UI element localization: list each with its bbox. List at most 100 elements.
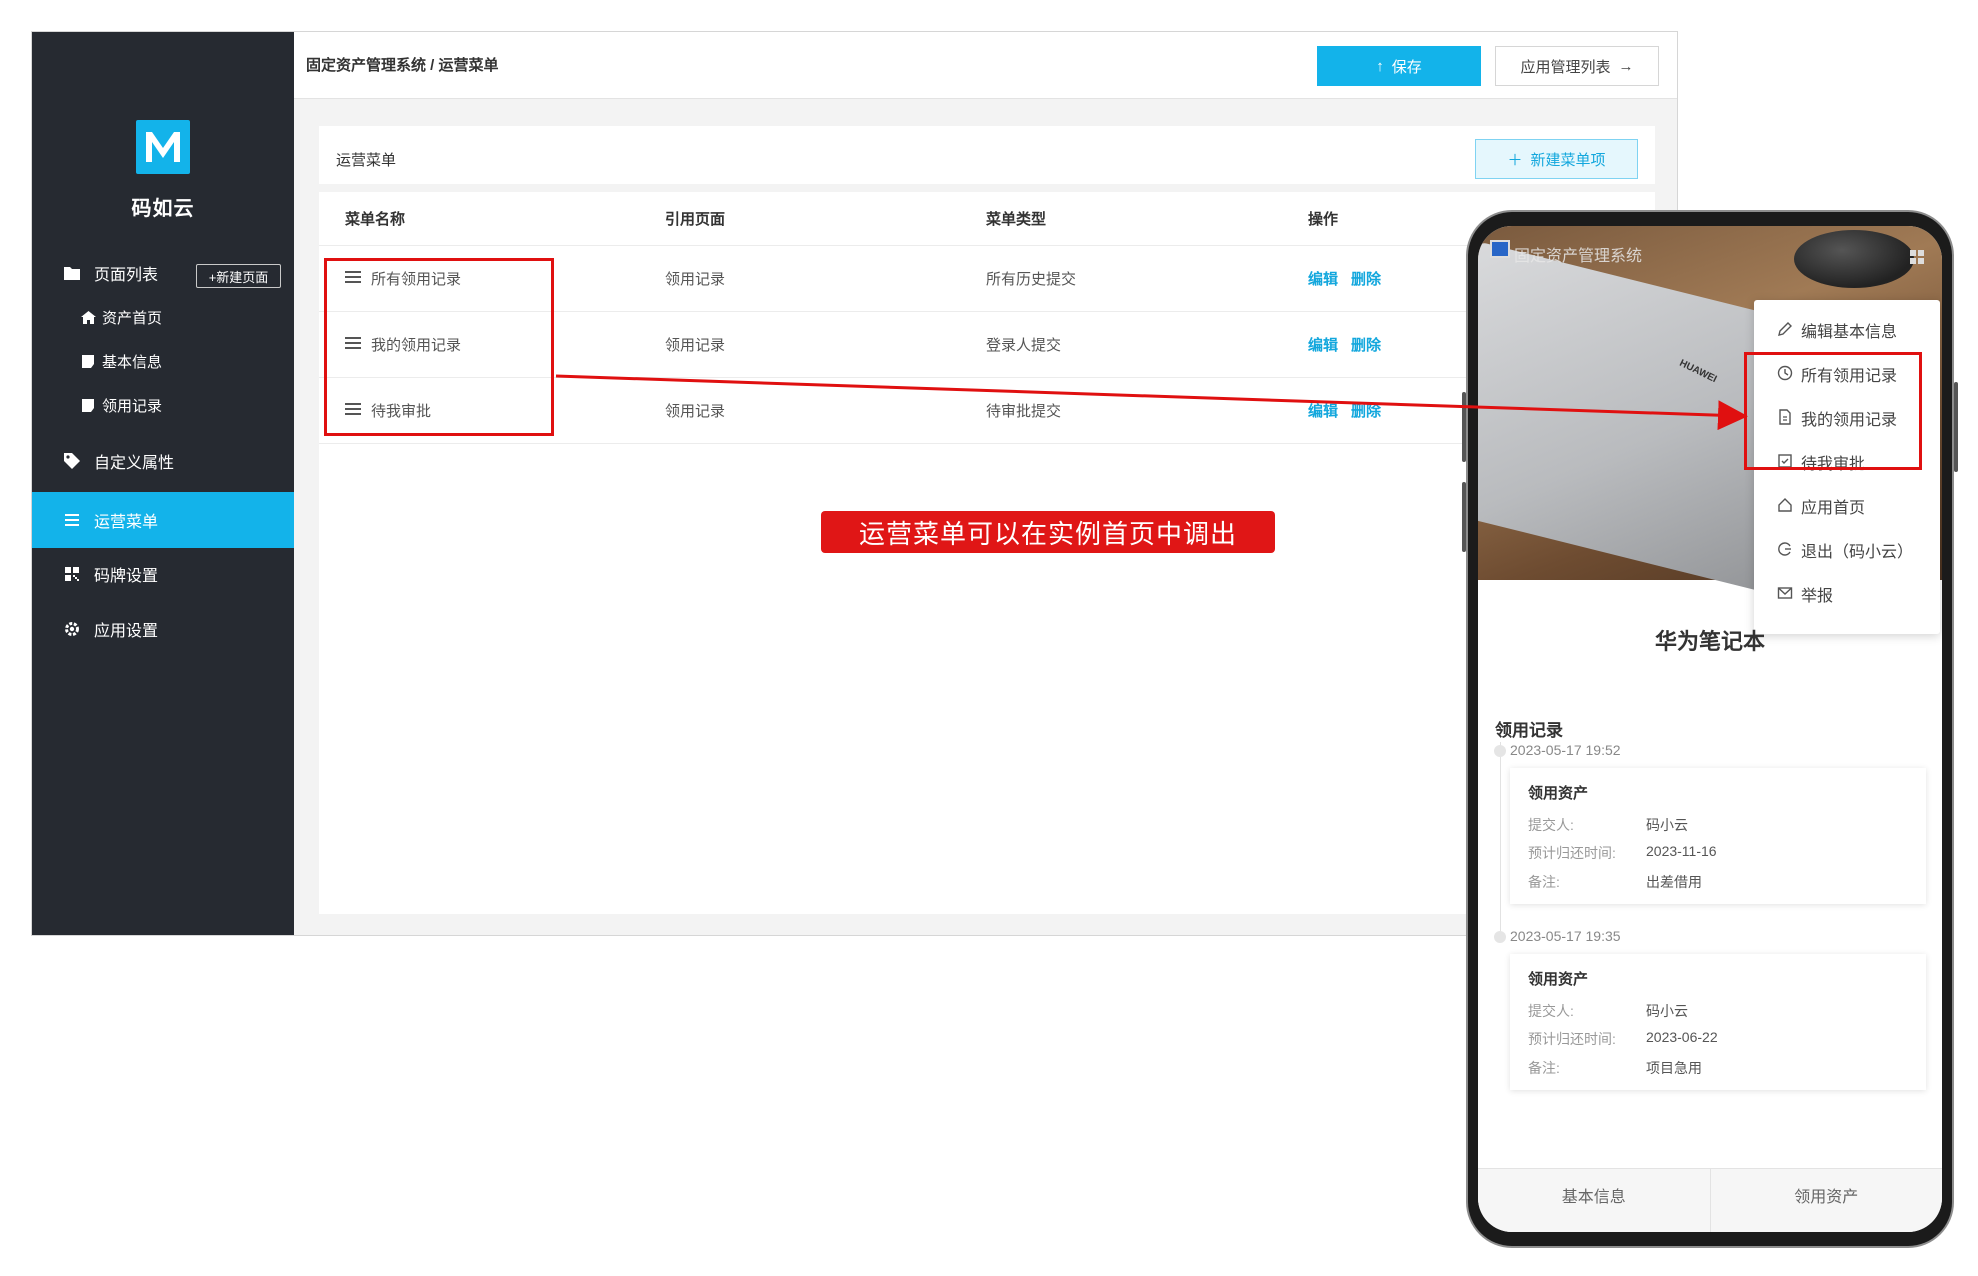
timeline-dot [1494, 745, 1506, 757]
delete-link[interactable]: 删除 [1351, 400, 1381, 421]
ref-page: 领用记录 [665, 403, 726, 420]
field-label: 提交人: [1528, 1003, 1574, 1019]
ref-page: 领用记录 [665, 337, 726, 354]
grid-menu-icon[interactable] [1910, 250, 1924, 264]
gear-icon [62, 619, 82, 639]
sidebar-item-label: 资产首页 [102, 309, 163, 327]
field-value: 2023-06-22 [1646, 1029, 1718, 1045]
menu-type: 所有历史提交 [986, 271, 1077, 288]
save-button[interactable]: ↑ 保存 [1317, 46, 1481, 86]
record-card[interactable]: 领用资产 提交人: 码小云 预计归还时间: 2023-06-22 备注: 项目急… [1510, 954, 1926, 1090]
edit-link[interactable]: 编辑 [1308, 334, 1338, 355]
record-title: 领用资产 [1528, 971, 1589, 988]
menu-item-label: 退出（码小云） [1801, 544, 1914, 561]
volume-button [1462, 482, 1466, 552]
sidebar-item-records[interactable]: 领用记录 [32, 384, 294, 426]
record-card[interactable]: 领用资产 提交人: 码小云 预计归还时间: 2023-11-16 备注: 出差借… [1510, 768, 1926, 904]
page-icon [80, 351, 96, 371]
menu-item-edit-basic[interactable]: 编辑基本信息 [1754, 308, 1940, 352]
timeline-dot [1494, 931, 1506, 943]
delete-link[interactable]: 删除 [1351, 268, 1381, 289]
tab-basic-info[interactable]: 基本信息 [1478, 1169, 1710, 1232]
menu-item-label: 编辑基本信息 [1801, 324, 1898, 341]
logo-icon [136, 120, 190, 174]
col-header-actions: 操作 [1308, 211, 1339, 228]
breadcrumb: 固定资产管理系统 / 运营菜单 [306, 57, 499, 74]
sidebar-item-ops-menu[interactable]: 运营菜单 [32, 492, 294, 548]
panel-header: 运营菜单 ＋ 新建菜单项 [319, 126, 1655, 192]
field-label: 预计归还时间: [1528, 845, 1616, 861]
home-icon [80, 307, 96, 327]
pencil-icon [1777, 321, 1795, 339]
menu-item-label: 举报 [1801, 588, 1834, 605]
annotation-callout: 运营菜单可以在实例首页中调出 [821, 511, 1275, 553]
field-value: 2023-11-16 [1646, 843, 1717, 859]
mail-icon [1777, 585, 1795, 603]
field-label: 预计归还时间: [1528, 1031, 1616, 1047]
qrcode-icon [62, 564, 82, 584]
volume-button [1462, 392, 1466, 462]
new-menu-item-button[interactable]: ＋ 新建菜单项 [1475, 139, 1638, 179]
record-title: 领用资产 [1528, 785, 1589, 802]
sidebar-item-label: 码牌设置 [94, 568, 159, 585]
annotation-box-menu-names [324, 258, 554, 436]
edit-link[interactable]: 编辑 [1308, 400, 1338, 421]
mouse-image [1794, 230, 1914, 288]
home-icon [1777, 497, 1795, 515]
sidebar-item-app-settings[interactable]: 应用设置 [32, 603, 294, 655]
col-header-page: 引用页面 [665, 211, 726, 228]
logout-icon [1777, 541, 1795, 559]
sidebar-item-label: 领用记录 [102, 397, 163, 415]
col-header-type: 菜单类型 [986, 211, 1047, 228]
field-label: 备注: [1528, 1060, 1560, 1076]
sidebar-item-label: 运营菜单 [94, 514, 159, 531]
field-label: 备注: [1528, 874, 1560, 890]
app-list-button[interactable]: 应用管理列表 → [1495, 46, 1659, 86]
admin-app-window: 码如云 页面列表 +新建页面 资产首页 基本信息 领用记录 自定义属性 运营菜单 [31, 31, 1678, 936]
timeline-line [1500, 742, 1501, 942]
brand-name: 码如云 [131, 198, 195, 220]
folder-icon [62, 263, 82, 283]
page-icon [80, 395, 96, 415]
record-time: 2023-05-17 19:52 [1510, 742, 1621, 758]
upload-icon: ↑ [1376, 57, 1384, 75]
sidebar-item-code-settings[interactable]: 码牌设置 [32, 548, 294, 600]
save-label: 保存 [1391, 58, 1422, 76]
menu-icon [62, 510, 82, 530]
bottom-tab-bar: 基本信息 领用资产 [1478, 1168, 1942, 1232]
hero-app-title: 固定资产管理系统 [1514, 248, 1643, 265]
menu-item-app-home[interactable]: 应用首页 [1754, 484, 1940, 528]
edit-link[interactable]: 编辑 [1308, 268, 1338, 289]
menu-item-logout[interactable]: 退出（码小云） [1754, 528, 1940, 572]
annotation-box-phone-menu [1744, 352, 1922, 470]
sidebar-item-label: 基本信息 [102, 353, 163, 371]
tab-borrow-asset[interactable]: 领用资产 [1709, 1169, 1943, 1232]
field-value: 出差借用 [1646, 874, 1702, 890]
sidebar-item-asset-home[interactable]: 资产首页 [32, 296, 294, 338]
sidebar: 码如云 页面列表 +新建页面 资产首页 基本信息 领用记录 自定义属性 运营菜单 [32, 32, 294, 935]
panel-title: 运营菜单 [336, 152, 397, 169]
new-page-button[interactable]: +新建页面 [196, 264, 281, 288]
sidebar-item-label: 页面列表 [94, 267, 159, 284]
delete-link[interactable]: 删除 [1351, 334, 1381, 355]
arrow-right-icon: → [1618, 57, 1634, 75]
tag-icon [62, 451, 82, 471]
field-label: 提交人: [1528, 817, 1574, 833]
col-header-name: 菜单名称 [345, 211, 406, 228]
sidebar-item-custom-props[interactable]: 自定义属性 [32, 435, 294, 487]
sidebar-item-label: 自定义属性 [94, 455, 175, 472]
field-value: 码小云 [1646, 1003, 1688, 1019]
top-bar: 固定资产管理系统 / 运营菜单 ↑ 保存 应用管理列表 → [294, 32, 1677, 99]
field-value: 项目急用 [1646, 1060, 1702, 1076]
monitor-icon [1490, 240, 1510, 258]
menu-item-report[interactable]: 举报 [1754, 572, 1940, 616]
sidebar-item-basic-info[interactable]: 基本信息 [32, 340, 294, 382]
sidebar-item-label: 应用设置 [94, 623, 159, 640]
ref-page: 领用记录 [665, 271, 726, 288]
asset-name: 华为笔记本 [1654, 629, 1765, 654]
menu-type: 登录人提交 [986, 337, 1062, 354]
plus-icon: ＋ [1507, 151, 1523, 169]
field-value: 码小云 [1646, 817, 1688, 833]
power-button [1954, 382, 1958, 472]
menu-item-label: 应用首页 [1801, 500, 1866, 517]
